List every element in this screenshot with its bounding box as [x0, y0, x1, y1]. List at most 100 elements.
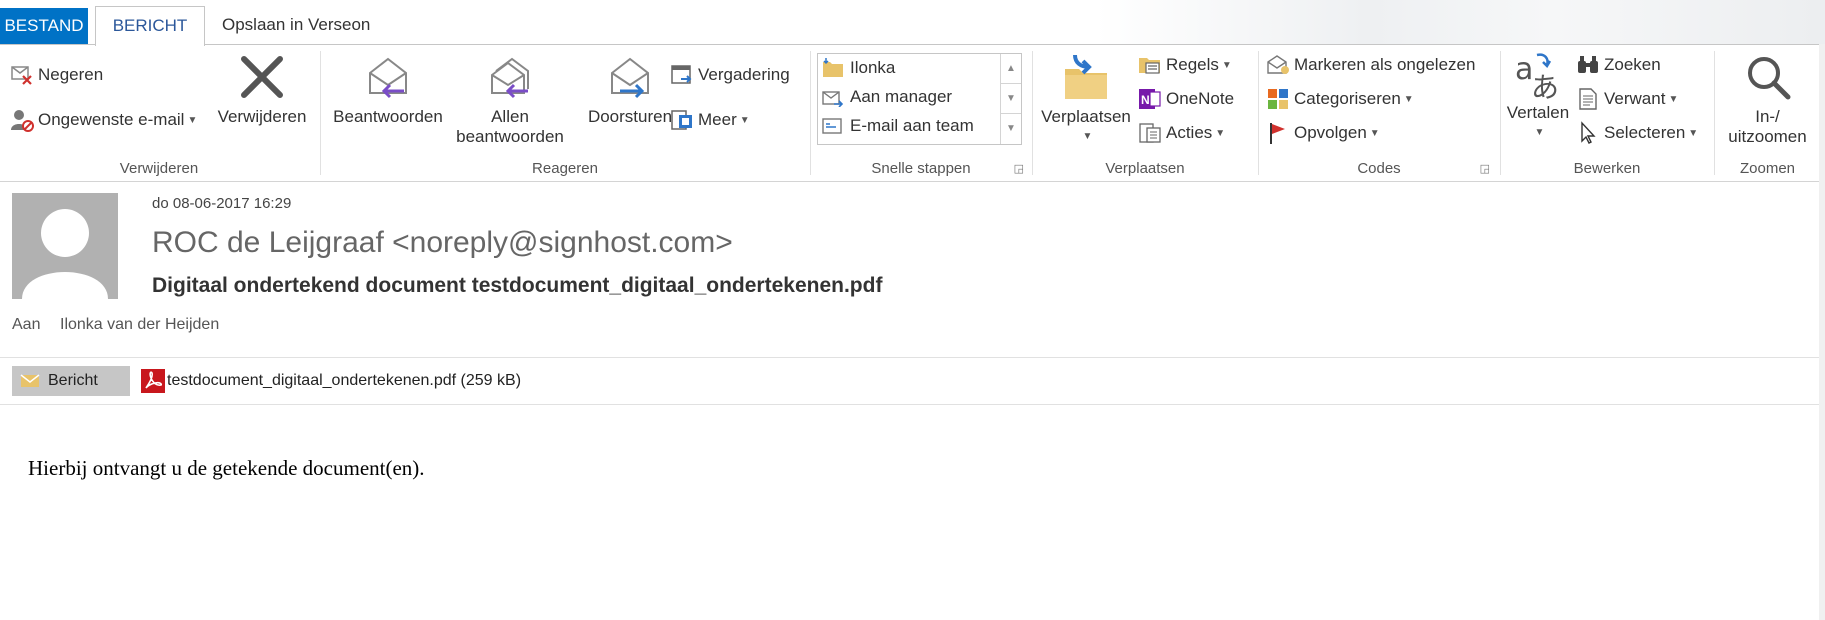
- follow-up-button[interactable]: Opvolgen ▼: [1266, 121, 1380, 145]
- junk-email-button[interactable]: Ongewenste e-mail ▼: [10, 108, 197, 132]
- follow-up-label: Opvolgen: [1294, 123, 1367, 142]
- categorize-label: Categoriseren: [1294, 89, 1401, 108]
- move-folder-icon: [1065, 54, 1107, 99]
- scroll-down-icon[interactable]: ▼: [1001, 84, 1021, 114]
- chevron-down-icon: ▼: [1221, 59, 1232, 71]
- rules-button[interactable]: Regels ▼: [1138, 53, 1232, 77]
- ignore-label: Negeren: [38, 65, 104, 84]
- divider: [0, 404, 1825, 405]
- message-sender[interactable]: ROC de Leijgraaf <noreply@signhost.com>: [152, 226, 733, 260]
- meeting-label: Vergadering: [698, 65, 790, 84]
- junk-email-label: Ongewenste e-mail: [38, 110, 185, 129]
- group-separator: [1500, 51, 1501, 175]
- find-button[interactable]: Zoeken: [1576, 53, 1661, 77]
- to-manager-icon: [822, 91, 844, 107]
- reply-label: Beantwoorden: [333, 107, 443, 126]
- onenote-label: OneNote: [1166, 89, 1235, 108]
- group-delete: Negeren Ongewenste e-mail ▼ Verwijderen …: [0, 45, 318, 181]
- group-editing-label: Bewerken: [1573, 160, 1641, 177]
- chevron-down-icon: ▼: [1668, 93, 1679, 105]
- message-body: Hierbij ontvangt u de getekende document…: [28, 456, 425, 480]
- quick-step-item[interactable]: Ilonka: [822, 58, 895, 78]
- group-separator: [320, 51, 321, 175]
- chevron-down-icon: ▼: [187, 114, 198, 126]
- related-label: Verwant: [1604, 89, 1666, 108]
- select-label: Selecteren: [1604, 123, 1686, 142]
- chevron-down-icon: ▼: [1369, 127, 1380, 139]
- envelope-icon: [20, 374, 40, 387]
- move-button[interactable]: Verplaatsen ▼: [1038, 53, 1134, 142]
- categorize-button[interactable]: Categoriseren ▼: [1266, 87, 1414, 111]
- group-separator: [1032, 51, 1033, 175]
- more-respond-button[interactable]: Meer ▼: [670, 108, 750, 132]
- quick-steps-scroll[interactable]: ▲ ▼ ▼: [1000, 54, 1021, 144]
- more-label: Meer: [698, 110, 737, 129]
- person-icon: [22, 209, 108, 299]
- gallery-expand-icon[interactable]: ▼: [1001, 114, 1021, 143]
- zoom-label-line2: uitzoomen: [1728, 127, 1807, 146]
- ribbon-tab-strip: BESTAND BERICHT Opslaan in Verseon: [0, 0, 1825, 46]
- delete-label: Verwijderen: [217, 107, 307, 126]
- folder-icon: [823, 58, 843, 77]
- related-button[interactable]: Verwant ▼: [1576, 87, 1678, 111]
- reply-button[interactable]: Beantwoorden: [328, 53, 448, 127]
- attachment-message-tab[interactable]: Bericht: [12, 366, 130, 396]
- group-move: Verplaatsen ▼ Regels ▼ N OneNote Acties …: [1034, 45, 1256, 181]
- tab-verseon[interactable]: Opslaan in Verseon: [222, 6, 370, 44]
- quick-step-label: Ilonka: [850, 58, 896, 77]
- chevron-down-icon: ▼: [1534, 127, 1545, 138]
- mark-unread-icon: [1267, 55, 1289, 74]
- pdf-icon: [141, 369, 165, 393]
- reply-all-label-line1: Allen: [491, 107, 529, 126]
- move-label: Verplaatsen: [1041, 107, 1131, 126]
- chevron-down-icon: ▼: [739, 114, 750, 126]
- mark-unread-label: Markeren als ongelezen: [1294, 55, 1476, 74]
- group-delete-label: Verwijderen: [119, 160, 199, 177]
- tab-file[interactable]: BESTAND: [0, 8, 88, 44]
- window-edge-scrollbar[interactable]: [1819, 44, 1825, 620]
- recipient-label: Aan: [12, 316, 41, 333]
- meeting-button[interactable]: Vergadering: [670, 63, 790, 87]
- ignore-icon: [11, 66, 32, 85]
- group-separator: [1258, 51, 1259, 175]
- actions-icon: [1139, 123, 1161, 143]
- message-subject: Digitaal ondertekend document testdocume…: [152, 274, 883, 297]
- quick-steps-gallery: Ilonka Aan manager E-mail aan team ▲ ▼ ▼: [817, 53, 1022, 145]
- find-label: Zoeken: [1604, 55, 1661, 74]
- quick-steps-launcher-icon[interactable]: ◲: [1014, 162, 1024, 175]
- delete-button[interactable]: Verwijderen: [212, 53, 312, 127]
- quick-step-item[interactable]: E-mail aan team: [822, 116, 974, 136]
- mark-unread-button[interactable]: Markeren als ongelezen: [1266, 53, 1475, 77]
- scroll-up-icon[interactable]: ▲: [1001, 54, 1021, 84]
- tab-message[interactable]: BERICHT: [95, 6, 205, 46]
- svg-text:N: N: [1141, 93, 1150, 107]
- attachment-pdf[interactable]: testdocument_digitaal_ondertekenen.pdf (…: [141, 366, 521, 396]
- actions-button[interactable]: Acties ▼: [1138, 121, 1225, 145]
- divider: [0, 357, 1825, 358]
- forward-icon: [611, 57, 649, 99]
- binoculars-icon: [1578, 56, 1598, 73]
- quick-step-label: Aan manager: [850, 87, 953, 106]
- reply-all-label-line2: beantwoorden: [456, 127, 564, 146]
- zoom-button[interactable]: In-/ uitzoomen: [1716, 53, 1819, 147]
- reply-all-button[interactable]: Allen beantwoorden: [448, 53, 572, 147]
- chevron-down-icon: ▼: [1082, 131, 1093, 142]
- chevron-down-icon: ▼: [1215, 127, 1226, 139]
- reply-icon: [369, 57, 407, 99]
- tags-launcher-icon[interactable]: ◲: [1480, 162, 1490, 175]
- rules-label: Regels: [1166, 55, 1219, 74]
- translate-button[interactable]: a あ Vertalen ▼: [1502, 49, 1574, 138]
- onenote-button[interactable]: N OneNote: [1138, 87, 1234, 111]
- translate-label: Vertalen: [1506, 103, 1570, 122]
- group-zoom: In-/ uitzoomen Zoomen: [1716, 45, 1819, 181]
- svg-text:あ: あ: [1531, 71, 1559, 101]
- ignore-button[interactable]: Negeren: [10, 63, 103, 87]
- zoom-label-line1: In-/: [1755, 107, 1780, 126]
- group-tags-label: Codes: [1357, 160, 1401, 177]
- related-document-icon: [1579, 88, 1597, 110]
- recipient-name[interactable]: Ilonka van der Heijden: [60, 316, 219, 334]
- group-zoom-label: Zoomen: [1739, 160, 1796, 177]
- quick-step-item[interactable]: Aan manager: [822, 87, 952, 107]
- select-button[interactable]: Selecteren ▼: [1576, 121, 1698, 145]
- attachment-file-label: testdocument_digitaal_ondertekenen.pdf (…: [167, 372, 522, 389]
